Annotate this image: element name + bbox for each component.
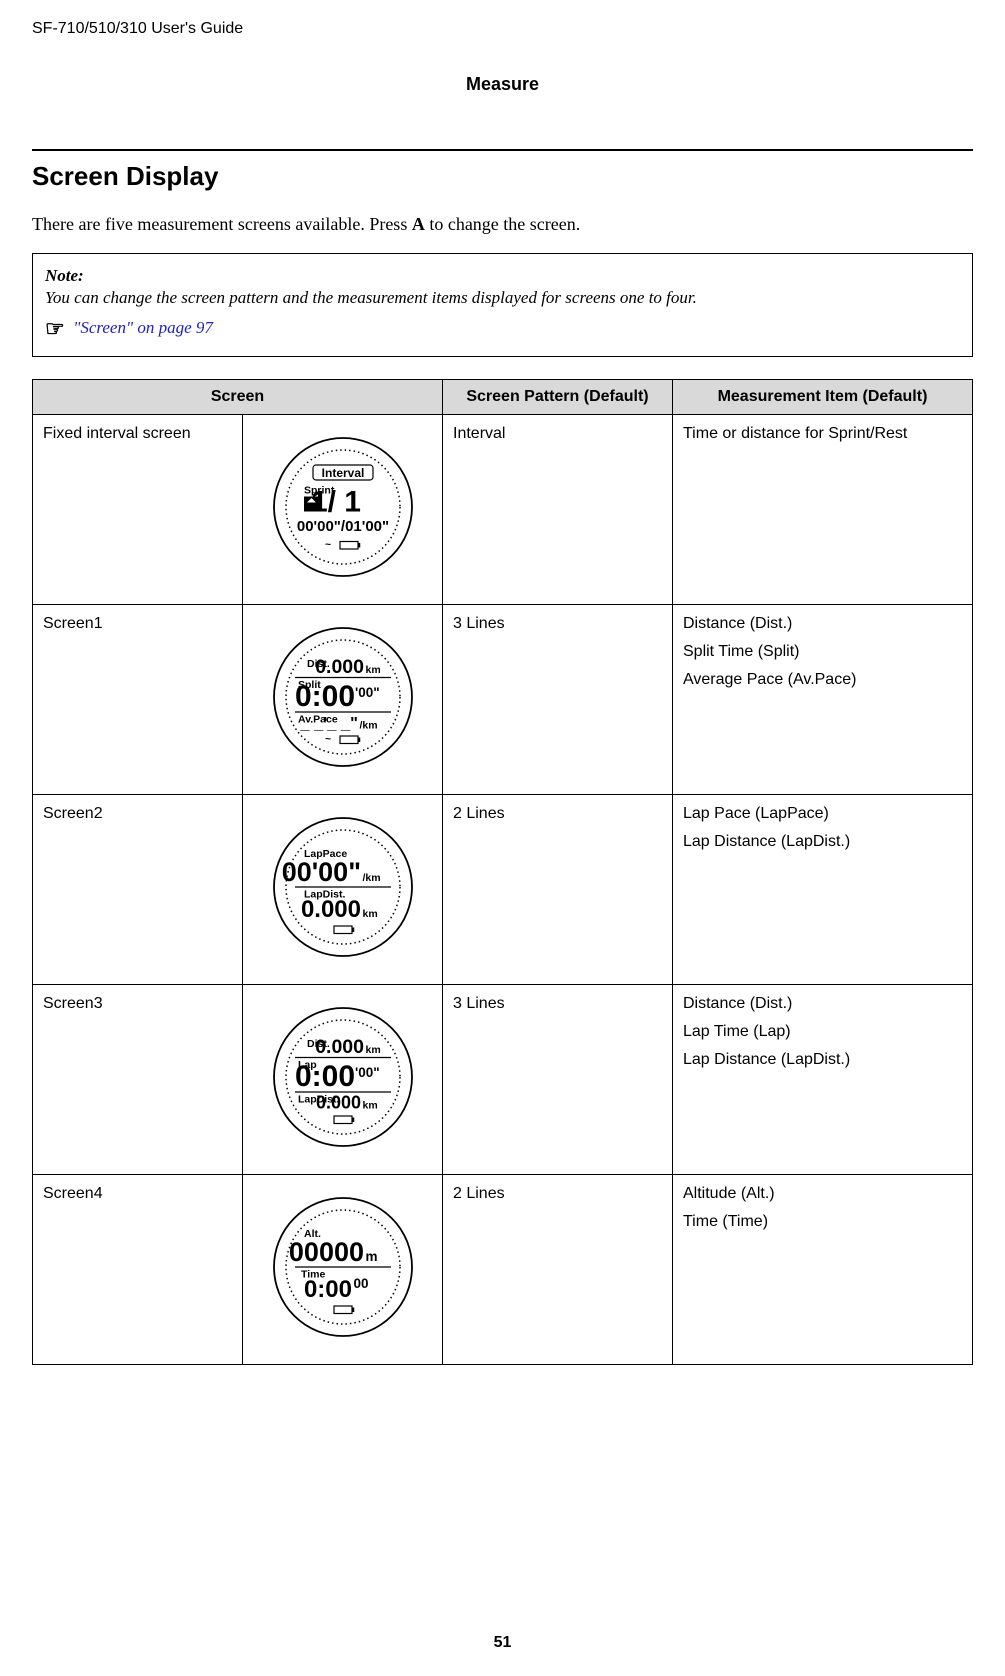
measurement-items: Distance (Dist.) Split Time (Split) Aver… — [673, 605, 973, 795]
divider — [32, 149, 973, 151]
svg-text:00000: 00000 — [288, 1237, 363, 1267]
list-item: Altitude (Alt.) — [683, 1185, 962, 1203]
svg-text:0.000: 0.000 — [315, 1036, 364, 1058]
section-title: Measure — [32, 74, 973, 95]
svg-text:0:00: 0:00 — [294, 1060, 354, 1093]
table-row: Screen2 LapPace 00'00" /km LapDist. 0.00… — [33, 795, 973, 985]
list-item: Distance (Dist.) — [683, 615, 962, 633]
note-label: Note: — [45, 266, 960, 286]
list-item: Distance (Dist.) — [683, 995, 962, 1013]
svg-text:0.000: 0.000 — [315, 1093, 360, 1113]
list-item: Time or distance for Sprint/Rest — [683, 425, 962, 443]
svg-text:0:00: 0:00 — [294, 680, 354, 713]
reference-link[interactable]: "Screen" on page 97 — [73, 318, 213, 337]
col-pattern: Screen Pattern (Default) — [443, 380, 673, 415]
list-item: Lap Time (Lap) — [683, 1023, 962, 1041]
reference-icon: ☞ — [45, 316, 65, 342]
note-box: Note: You can change the screen pattern … — [32, 253, 973, 357]
intro-after: to change the screen. — [425, 214, 580, 234]
svg-text:00'00"/01'00": 00'00"/01'00" — [296, 518, 388, 535]
table-row: Screen3 Dist. 0.000 km Lap 0:00 '00" — [33, 985, 973, 1175]
screens-table: Screen Screen Pattern (Default) Measurem… — [32, 379, 973, 1365]
svg-text:'00": '00" — [355, 685, 380, 700]
measurement-items: Altitude (Alt.) Time (Time) — [673, 1175, 973, 1365]
intro-before: There are five measurement screens avail… — [32, 214, 412, 234]
page-heading: Screen Display — [32, 161, 973, 192]
svg-text:~: ~ — [325, 733, 331, 745]
svg-text:1/ 1: 1/ 1 — [310, 486, 360, 519]
svg-text:0:00: 0:00 — [303, 1276, 351, 1303]
svg-text:~: ~ — [325, 539, 331, 551]
screen-pattern: 2 Lines — [443, 1175, 673, 1365]
col-screen: Screen — [33, 380, 443, 415]
watch-image: Dist. 0.000 km Lap 0:00 '00" LapDist. 0.… — [243, 985, 443, 1175]
watch-image: Dist. 0.000 km Split 0:00 '00" Av.Pace _… — [243, 605, 443, 795]
watch-image: Interval Sprint 1/ 1 00'00"/01'00" ~ — [243, 415, 443, 605]
intro-text: There are five measurement screens avail… — [32, 214, 973, 235]
measurement-items: Lap Pace (LapPace) Lap Distance (LapDist… — [673, 795, 973, 985]
svg-text:km: km — [365, 664, 380, 676]
page-number: 51 — [0, 1634, 1005, 1652]
svg-text:/km: /km — [359, 720, 377, 732]
screen-pattern: Interval — [443, 415, 673, 605]
svg-text:00: 00 — [353, 1276, 368, 1291]
svg-text:00'00": 00'00" — [281, 857, 360, 887]
screen-name: Screen1 — [33, 605, 243, 795]
svg-text:'00": '00" — [355, 1065, 380, 1080]
svg-text:0.000: 0.000 — [300, 896, 360, 923]
screen-name: Screen4 — [33, 1175, 243, 1365]
note-text: You can change the screen pattern and th… — [45, 288, 960, 308]
screen-name: Screen2 — [33, 795, 243, 985]
screen-pattern: 2 Lines — [443, 795, 673, 985]
list-item: Average Pace (Av.Pace) — [683, 671, 962, 689]
watch-image: LapPace 00'00" /km LapDist. 0.000 km — [243, 795, 443, 985]
button-a-label: A — [412, 214, 425, 234]
measurement-items: Time or distance for Sprint/Rest — [673, 415, 973, 605]
list-item: Lap Distance (LapDist.) — [683, 833, 962, 851]
list-item: Time (Time) — [683, 1213, 962, 1231]
table-row: Screen4 Alt. 00000 m Time 0:00 00 — [33, 1175, 973, 1365]
table-row: Screen1 Dist. 0.000 km Split 0:00 '00" — [33, 605, 973, 795]
svg-text:/km: /km — [362, 872, 380, 884]
screen-pattern: 3 Lines — [443, 985, 673, 1175]
table-row: Fixed interval screen Interval Sprint 1/… — [33, 415, 973, 605]
svg-text:km: km — [362, 908, 377, 920]
list-item: Lap Pace (LapPace) — [683, 805, 962, 823]
svg-text:km: km — [365, 1044, 380, 1056]
svg-text:0.000: 0.000 — [315, 656, 364, 678]
note-ref-row: ☞ "Screen" on page 97 — [45, 316, 960, 342]
screen-name: Screen3 — [33, 985, 243, 1175]
list-item: Split Time (Split) — [683, 643, 962, 661]
screen-pattern: 3 Lines — [443, 605, 673, 795]
watch-image: Alt. 00000 m Time 0:00 00 — [243, 1175, 443, 1365]
screen-name: Fixed interval screen — [33, 415, 243, 605]
doc-header: SF-710/510/310 User's Guide — [32, 20, 973, 38]
measurement-items: Distance (Dist.) Lap Time (Lap) Lap Dist… — [673, 985, 973, 1175]
col-item: Measurement Item (Default) — [673, 380, 973, 415]
svg-text:km: km — [362, 1100, 377, 1112]
svg-text:m: m — [365, 1249, 377, 1264]
svg-text:Interval: Interval — [321, 466, 364, 480]
list-item: Lap Distance (LapDist.) — [683, 1051, 962, 1069]
svg-text:_ _'_ _": _ _'_ _" — [299, 715, 358, 733]
